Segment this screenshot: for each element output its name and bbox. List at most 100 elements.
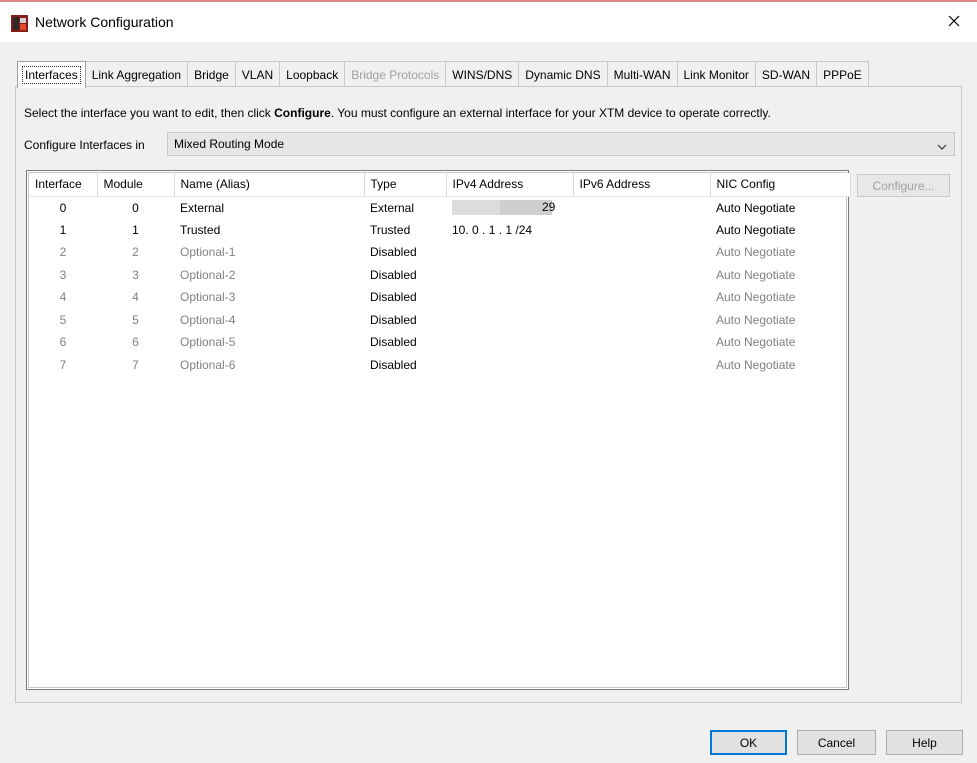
routing-mode-select[interactable]: Mixed Routing Mode [167,132,955,156]
cell-interface: 3 [59,267,67,282]
cell-module: 3 [132,267,139,282]
cell-nic-config: Auto Negotiate [716,200,796,215]
title-bar[interactable]: Network Configuration [0,2,977,42]
cell-module: 2 [132,245,139,260]
column-header-ipv6[interactable]: IPv6 Address [573,173,711,197]
cell-ipv6 [573,196,710,219]
tab-bridge-protocols[interactable]: Bridge Protocols [344,61,447,87]
cell-interface: 1 [59,222,67,237]
cell-type: Disabled [370,312,417,327]
cell-name: Optional-5 [180,335,236,350]
chevron-down-icon [937,140,947,154]
cancel-button[interactable]: Cancel [797,730,876,755]
tab-loopback[interactable]: Loopback [279,61,346,87]
cell-interface: 6 [59,335,67,350]
column-header-module[interactable]: Module [97,173,175,197]
table-row[interactable]: 0 0 External External 29 Auto Negotiate [29,196,850,219]
tab-bar: Interfaces Link Aggregation Bridge VLAN … [17,61,869,88]
cell-module: 7 [132,357,139,372]
cell-name: Optional-1 [180,245,236,260]
cell-nic-config: Auto Negotiate [716,357,796,372]
column-header-type[interactable]: Type [364,173,447,197]
tab-sd-wan[interactable]: SD-WAN [754,61,818,87]
table-row[interactable]: 4 4 Optional-3 Disabled Auto Negotiate [29,286,850,309]
cell-ipv6 [573,309,710,332]
cell-ipv6 [573,354,710,377]
column-header-ipv4[interactable]: IPv4 Address [446,173,574,197]
cell-ipv4 [446,354,573,377]
cell-ipv4 [446,241,573,264]
column-header-interface[interactable]: Interface [29,173,98,197]
ok-button[interactable]: OK [710,730,787,755]
redacted-block [452,200,552,216]
cell-name: Trusted [180,222,221,237]
cell-ipv4 [446,286,573,309]
cell-interface: 7 [59,357,67,372]
tab-vlan[interactable]: VLAN [234,61,281,87]
table-row[interactable]: 2 2 Optional-1 Disabled Auto Negotiate [29,241,850,264]
tab-link-monitor[interactable]: Link Monitor [676,61,756,87]
help-button[interactable]: Help [886,730,963,755]
tab-interfaces[interactable]: Interfaces [17,61,86,88]
tab-bridge[interactable]: Bridge [187,61,236,87]
interfaces-table[interactable]: Interface Module Name (Alias) Type IPv4 … [26,170,851,690]
cell-module: 5 [132,312,139,327]
table-header: Interface Module Name (Alias) Type IPv4 … [29,173,851,197]
cell-module: 4 [132,290,139,305]
cell-type: Disabled [370,267,417,282]
table-row[interactable]: 3 3 Optional-2 Disabled Auto Negotiate [29,264,850,287]
cell-nic-config: Auto Negotiate [716,290,796,305]
cell-name: Optional-6 [180,357,236,372]
cell-name: Optional-4 [180,312,236,327]
tab-multi-wan[interactable]: Multi-WAN [606,61,678,87]
cell-nic-config: Auto Negotiate [716,245,796,260]
window-title: Network Configuration [35,14,174,30]
cell-name: Optional-2 [180,267,236,282]
cell-interface: 5 [59,312,67,327]
table-row[interactable]: 7 7 Optional-6 Disabled Auto Negotiate [29,354,850,377]
cell-ipv6 [573,264,710,287]
cell-type: Trusted [370,222,411,237]
cell-nic-config: Auto Negotiate [716,312,796,327]
cell-ipv6 [573,241,710,264]
column-header-name[interactable]: Name (Alias) [174,173,365,197]
cell-ipv4 [446,331,573,354]
cell-type: Disabled [370,335,417,350]
tab-wins-dns[interactable]: WINS/DNS [445,61,520,87]
interfaces-panel: Select the interface you want to edit, t… [15,86,962,703]
close-icon [948,15,960,30]
cell-module: 0 [132,200,139,215]
cell-ipv6 [573,286,710,309]
tab-dynamic-dns[interactable]: Dynamic DNS [518,61,608,87]
instructions-text: Select the interface you want to edit, t… [24,106,771,120]
dialog-body: Interfaces Link Aggregation Bridge VLAN … [0,42,977,763]
cell-nic-config: Auto Negotiate [716,222,796,237]
watchguard-icon [11,15,28,32]
cell-type: Disabled [370,290,417,305]
tab-pppoe[interactable]: PPPoE [816,61,869,87]
cell-interface: 4 [59,290,67,305]
cell-ipv6 [573,219,710,242]
table-row[interactable]: 1 1 Trusted Trusted 10. 0 . 1 . 1 /24 Au… [29,219,850,242]
cell-nic-config: Auto Negotiate [716,335,796,350]
cell-interface: 2 [59,245,67,260]
cell-type: External [370,200,415,215]
column-header-nic-config[interactable]: NIC Config [710,173,851,197]
cell-ipv4: 29 [446,196,573,219]
cell-ipv4 [446,309,573,332]
cell-type: Disabled [370,357,417,372]
cell-name: External [180,200,225,215]
tab-link-aggregation[interactable]: Link Aggregation [84,61,189,87]
close-button[interactable] [931,2,977,42]
cell-ipv4 [446,264,573,287]
cell-ipv6 [573,331,710,354]
configure-interfaces-label: Configure Interfaces in [24,138,145,152]
configure-button[interactable]: Configure... [857,174,950,197]
cell-interface: 0 [59,200,67,215]
table-row[interactable]: 6 6 Optional-5 Disabled Auto Negotiate [29,331,850,354]
cell-nic-config: Auto Negotiate [716,267,796,282]
routing-mode-value: Mixed Routing Mode [174,137,285,151]
cell-type: Disabled [370,245,417,260]
cell-name: Optional-3 [180,290,236,305]
table-row[interactable]: 5 5 Optional-4 Disabled Auto Negotiate [29,309,850,332]
